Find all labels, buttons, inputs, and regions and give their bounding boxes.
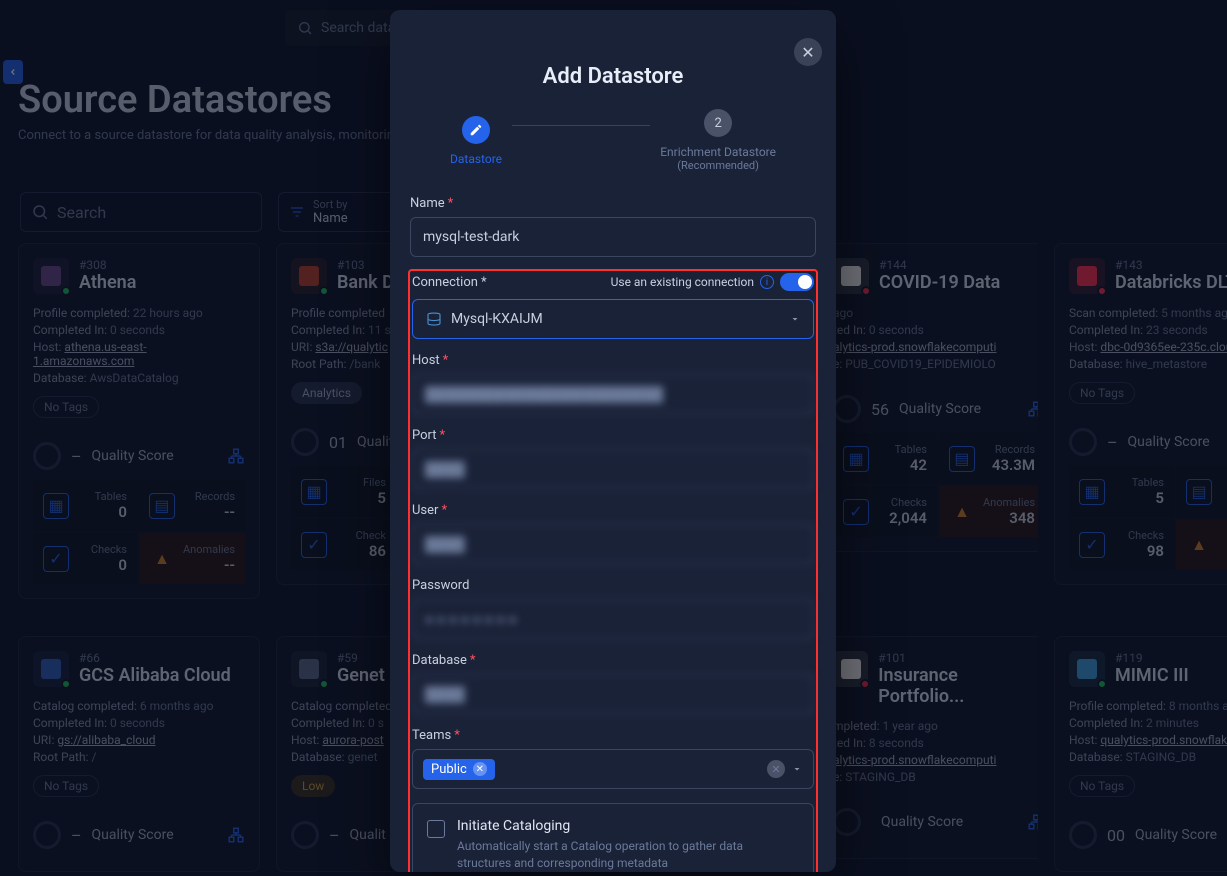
chip-remove-icon[interactable]: ✕ (473, 762, 487, 776)
name-field-group: Name* (410, 196, 816, 257)
team-chip-public[interactable]: Public ✕ (423, 759, 495, 780)
name-label: Name* (410, 196, 816, 211)
user-label: User* (412, 503, 814, 518)
add-datastore-modal: ✕ Add Datastore Datastore 2 Enrichment D… (390, 10, 836, 872)
chip-label: Public (431, 762, 467, 777)
clear-icon[interactable]: ✕ (767, 760, 785, 778)
port-label: Port* (412, 428, 814, 443)
connection-value: Mysql-KXAIJM (451, 311, 543, 327)
host-input[interactable]: ████████████████████████ (412, 374, 814, 414)
teams-select[interactable]: Public ✕ ✕ (412, 749, 814, 789)
pencil-icon (462, 116, 490, 144)
catalog-title: Initiate Cataloging (457, 818, 799, 834)
teams-label: Teams* (412, 728, 814, 743)
step-number: 2 (704, 109, 732, 137)
step-enrichment[interactable]: 2 Enrichment Datastore (Recommended) (660, 109, 776, 172)
database-input[interactable]: ████ (412, 674, 814, 714)
chevron-down-icon (789, 313, 801, 325)
step-line (512, 125, 650, 126)
stepper: Datastore 2 Enrichment Datastore (Recomm… (390, 109, 836, 196)
modal-title: Add Datastore (390, 10, 836, 109)
catalog-checkbox[interactable] (427, 820, 445, 838)
host-label: Host* (412, 353, 814, 368)
mysql-icon (425, 310, 443, 328)
close-button[interactable]: ✕ (794, 38, 822, 66)
password-label: Password (412, 578, 814, 593)
step-label: Enrichment Datastore (660, 145, 776, 159)
chevron-down-icon (791, 763, 803, 775)
connection-label: Connection* (412, 275, 487, 290)
connection-select[interactable]: Mysql-KXAIJM (412, 299, 814, 339)
password-input[interactable]: ● ● ● ● ● ● ● ● (412, 599, 814, 639)
step-datastore[interactable]: Datastore (450, 116, 502, 166)
catalog-desc: Automatically start a Catalog operation … (457, 838, 799, 872)
port-input[interactable]: ████ (412, 449, 814, 489)
user-input[interactable]: ████ (412, 524, 814, 564)
database-label: Database* (412, 653, 814, 668)
step-sublabel: (Recommended) (677, 159, 759, 172)
info-icon[interactable]: i (760, 275, 774, 289)
name-input[interactable] (410, 217, 816, 257)
initiate-catalog-box[interactable]: Initiate Cataloging Automatically start … (412, 803, 814, 872)
use-existing-toggle[interactable] (780, 273, 814, 291)
use-existing-label: Use an existing connection (611, 275, 754, 289)
step-label: Datastore (450, 152, 502, 166)
